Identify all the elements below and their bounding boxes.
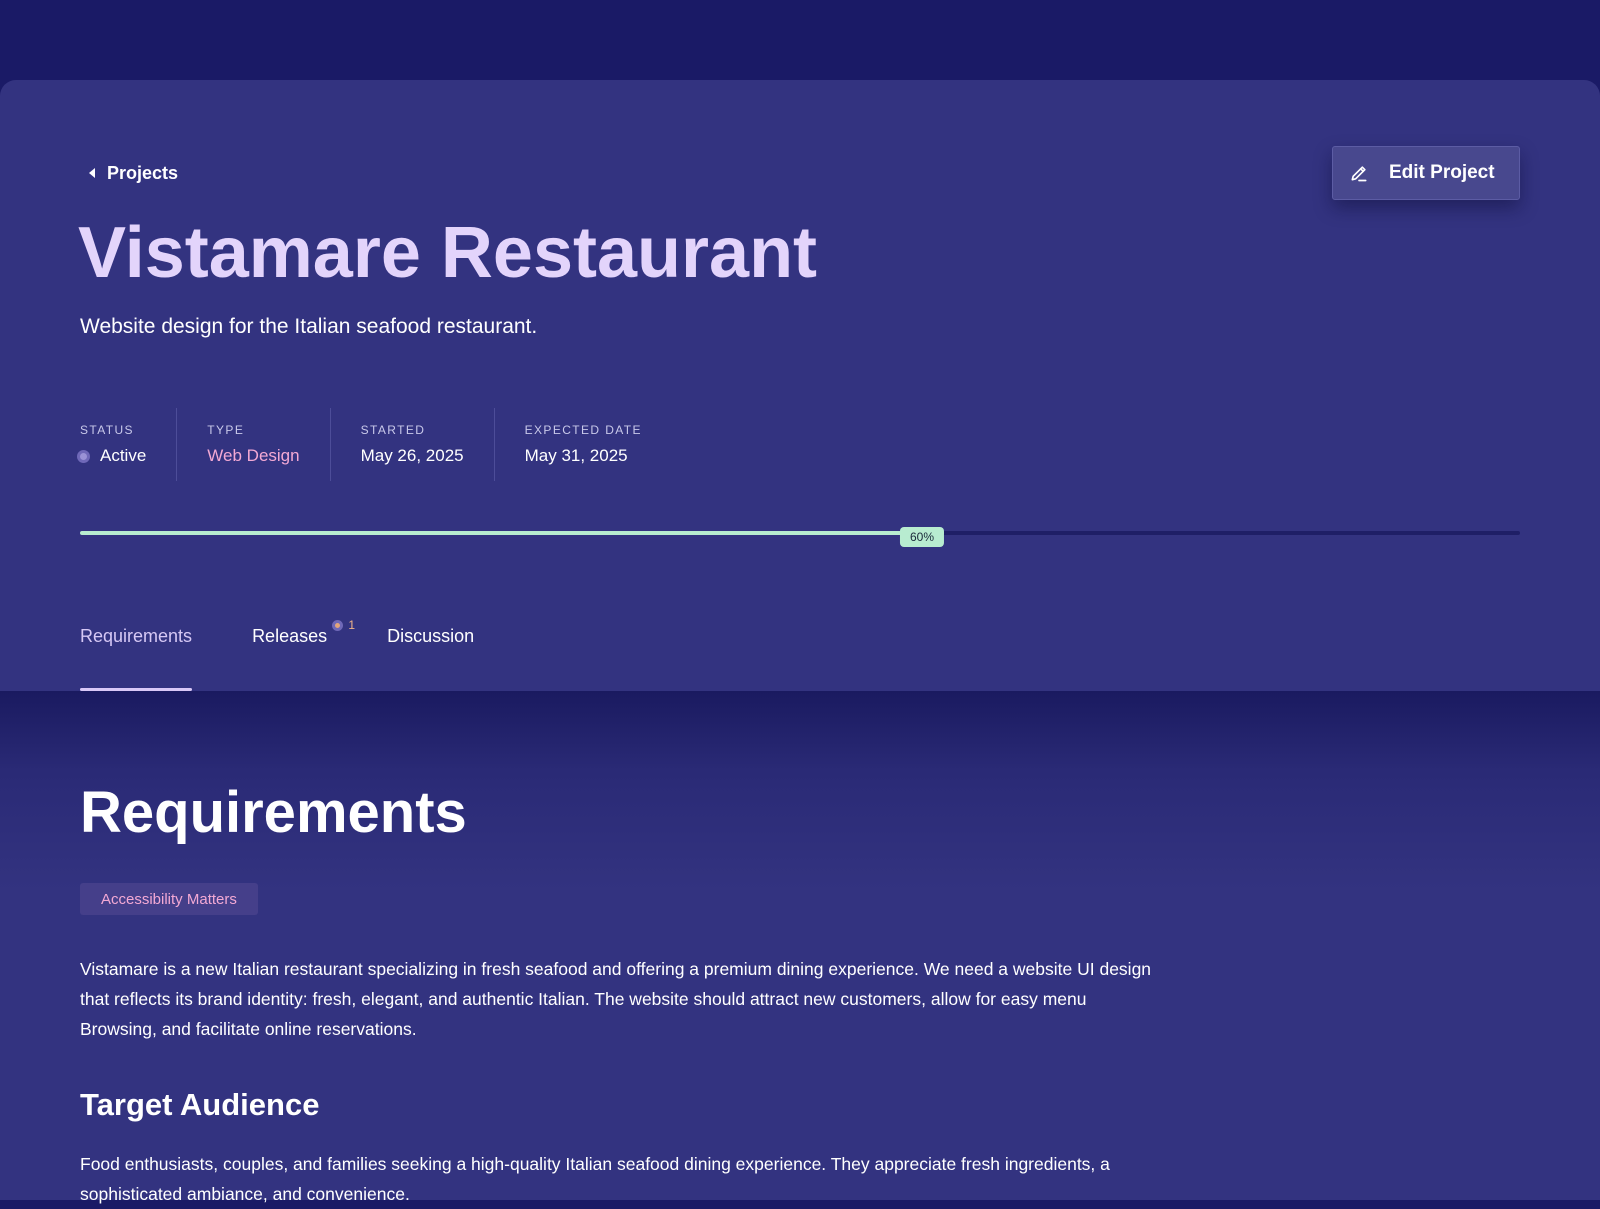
- meta-type-label: TYPE: [207, 423, 245, 437]
- intro-paragraph: Vistamare is a new Italian restaurant sp…: [80, 959, 1152, 1039]
- target-audience-paragraph: Food enthusiasts, couples, and families …: [80, 1154, 1110, 1204]
- meta-status-value: Active: [77, 446, 147, 466]
- releases-count: 1: [348, 618, 356, 632]
- progress-fill: [80, 531, 944, 535]
- meta-status: STATUS Active: [77, 408, 176, 481]
- releases-count-badge: 1: [332, 618, 355, 632]
- page-title: Vistamare Restaurant: [78, 213, 818, 293]
- project-tabs: Requirements Releases 1 Discussion: [80, 618, 474, 691]
- meta-expected-value: May 31, 2025: [524, 446, 628, 465]
- target-audience-heading: Target Audience: [80, 1087, 320, 1122]
- meta-status-label: STATUS: [80, 423, 134, 437]
- section-title: Requirements: [80, 780, 467, 845]
- back-link-label: Projects: [107, 162, 179, 183]
- meta-started-label: STARTED: [360, 423, 426, 437]
- status-dot-icon: [77, 449, 90, 463]
- page-subtitle: Website design for the Italian seafood r…: [80, 315, 538, 338]
- tab-requirements[interactable]: Requirements: [80, 626, 193, 691]
- progress-bar: 60%: [80, 527, 1520, 547]
- meta-started: STARTED May 26, 2025: [329, 408, 494, 481]
- tab-requirements-label: Requirements: [80, 626, 193, 646]
- requirements-section: Requirements Accessibility Matters Vista…: [0, 691, 1600, 1204]
- tab-releases[interactable]: Releases 1: [252, 618, 355, 691]
- status-text: Active: [100, 446, 147, 465]
- project-meta: STATUS Active TYPE Web Design STARTED Ma…: [77, 408, 672, 481]
- meta-type-value: Web Design: [207, 446, 300, 465]
- caret-left-icon: [89, 168, 95, 178]
- meta-type: TYPE Web Design: [176, 408, 329, 481]
- tab-discussion-label: Discussion: [387, 626, 475, 646]
- pencil-icon: [1351, 166, 1367, 182]
- tab-releases-label: Releases: [252, 626, 328, 646]
- back-to-projects-link[interactable]: Projects: [80, 160, 178, 186]
- meta-expected-label: EXPECTED DATE: [524, 423, 642, 437]
- tab-discussion[interactable]: Discussion: [387, 626, 474, 691]
- notification-dot-icon: [332, 619, 344, 631]
- accessibility-tag[interactable]: Accessibility Matters: [80, 883, 258, 915]
- edit-project-button[interactable]: Edit Project: [1332, 146, 1520, 200]
- meta-started-value: May 26, 2025: [360, 446, 464, 465]
- progress-badge: 60%: [899, 527, 944, 547]
- meta-expected: EXPECTED DATE May 31, 2025: [493, 408, 672, 481]
- edit-project-label: Edit Project: [1389, 162, 1495, 183]
